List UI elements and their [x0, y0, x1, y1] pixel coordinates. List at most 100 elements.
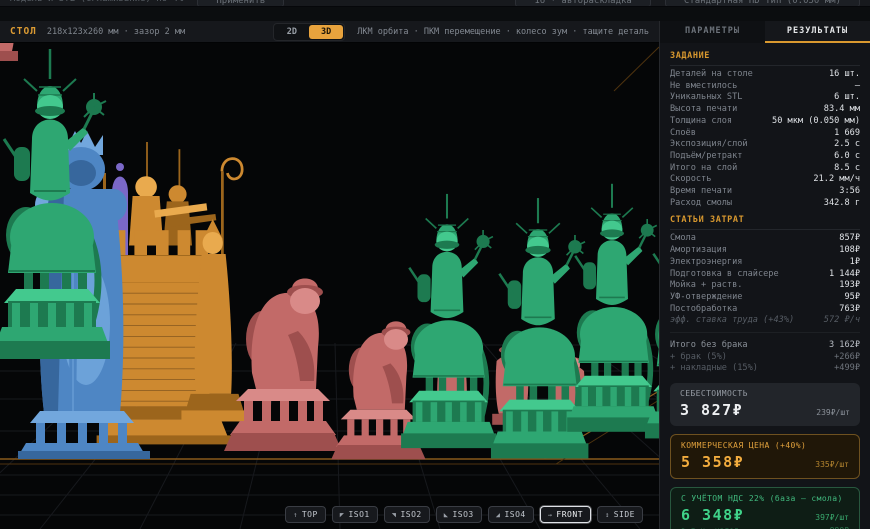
view-preset-button[interactable]: ↑ TOP	[285, 506, 326, 523]
stat-value: 6 шт.	[834, 92, 860, 104]
view-preset-button[interactable]: ◣ ISO3	[436, 506, 482, 523]
stat-row: Амортизация 108₽	[670, 245, 860, 257]
stat-value: 2.5 с	[834, 139, 860, 151]
view-preset-icon: ◢	[496, 511, 501, 519]
view-preset-button[interactable]: ◢ ISO4	[488, 506, 534, 523]
stat-label: Деталей на столе	[670, 69, 753, 81]
view-preset-button[interactable]: ◥ ISO2	[384, 506, 430, 523]
stat-value: 6.0 с	[834, 151, 860, 163]
mode-3d-button[interactable]: 3D	[309, 25, 343, 39]
stat-row: Итого без брака 3 162₽	[670, 340, 860, 352]
stat-label: + брак (5%)	[670, 352, 727, 364]
stat-value: 8.5 с	[834, 163, 860, 175]
stat-row: Электроэнергия 1₽	[670, 257, 860, 269]
view-preset-label: ISO2	[400, 510, 421, 519]
stat-value: 21.2 мм/ч	[813, 174, 860, 186]
stat-row: Итого на слой 8.5 с	[670, 163, 860, 175]
stat-value: 3 162₽	[829, 340, 860, 352]
view-preset-button[interactable]: → FRONT	[540, 506, 591, 523]
stat-row: Толщина слоя 50 мкм (0.050 мм)	[670, 116, 860, 128]
stat-row: Высота печати 83.4 мм	[670, 104, 860, 116]
toolbar-gap	[0, 7, 870, 21]
stat-row: + накладные (15%) +499₽	[670, 363, 860, 375]
piece-pink-kneeling-knight[interactable]	[224, 279, 342, 452]
stat-label: Высота печати	[670, 104, 737, 116]
stat-label: Экспозиция/слой	[670, 139, 748, 151]
viewport-header: СТОЛ 218x123x260 мм · зазор 2 мм 2D 3D Л…	[0, 21, 659, 43]
stat-value: 193₽	[839, 280, 860, 292]
stat-row: УФ-отверждение 95₽	[670, 292, 860, 304]
panel-tabs: ПАРАМЕТРЫ РЕЗУЛЬТАТЫ	[660, 21, 870, 43]
stat-value: 1 144₽	[829, 269, 860, 281]
view-preset-icon: ↕	[605, 511, 610, 519]
top-toolbar-clipped: Модель и STL (сглаживание) по 4% Примени…	[0, 0, 870, 7]
stat-label: Не вместилось	[670, 81, 737, 93]
stat-label: Постобработка	[670, 304, 737, 316]
stat-label: Мойка + раств.	[670, 280, 742, 292]
stat-row: Мойка + раств. 193₽	[670, 280, 860, 292]
stat-label: Расход смолы	[670, 198, 732, 210]
stat-label: Слоёв	[670, 128, 696, 140]
stat-label: Итого на слой	[670, 163, 737, 175]
stat-row: Смола 857₽	[670, 233, 860, 245]
view-preset-label: ISO4	[504, 510, 525, 519]
stat-row: Подъём/ретракт 6.0 с	[670, 151, 860, 163]
stat-label: Электроэнергия	[670, 257, 742, 269]
plate-dimensions: 218x123x260 мм · зазор 2 мм	[47, 27, 185, 37]
summary-card: КОММЕРЧЕСКАЯ ЦЕНА (+40%) 5 358₽ 335₽/шт	[670, 434, 860, 479]
mode-2d-button[interactable]: 2D	[275, 25, 309, 39]
stat-label: Скорость	[670, 174, 711, 186]
stat-label: эфф. ставка труда (+43%)	[670, 315, 794, 327]
stat-value: 572 ₽/ч	[824, 315, 860, 327]
summary-card: СЕБЕСТОИМОСТЬ 3 827₽ 239₽/шт	[670, 383, 860, 426]
toolbar-quantity-select[interactable]: 16 · автораскладка	[515, 0, 651, 7]
card-value: 5 358₽	[681, 453, 744, 471]
toolbar-profile-select[interactable]: Стандартная HD тип (0.050 мм)	[665, 0, 860, 7]
view-preset-label: TOP	[302, 510, 318, 519]
card-value: 6 348₽	[681, 506, 744, 524]
stat-row: Уникальных STL 6 шт.	[670, 92, 860, 104]
view-preset-button[interactable]: ◤ ISO1	[332, 506, 378, 523]
piece-pink-pawn[interactable]	[0, 43, 18, 61]
toolbar-button[interactable]: Применить	[197, 0, 284, 7]
stat-value: 1 669	[834, 128, 860, 140]
job-rows: Деталей на столе 16 шт. Не вместилось — …	[670, 69, 860, 209]
stat-row: Не вместилось —	[670, 81, 860, 93]
view-preset-label: SIDE	[614, 510, 635, 519]
stat-value: 1₽	[850, 257, 860, 269]
stat-value: 342.8 г	[824, 198, 860, 210]
stat-value: 3:56	[839, 186, 860, 198]
section-title-job: ЗАДАНИЕ	[670, 45, 860, 66]
view-buttons-bar: ↑ TOP ◤ ISO1 ◥ ISO2 ◣ ISO3 ◢ ISO4 → FRON…	[285, 506, 643, 523]
stat-value: 108₽	[839, 245, 860, 257]
tab-parameters[interactable]: ПАРАМЕТРЫ	[660, 21, 765, 43]
view-preset-label: FRONT	[556, 510, 583, 519]
stat-label: Смола	[670, 233, 696, 245]
stat-label: Итого без брака	[670, 340, 748, 352]
viewport-canvas[interactable]	[0, 43, 659, 529]
stat-value: 83.4 мм	[824, 104, 860, 116]
card-value: 3 827₽	[680, 401, 743, 419]
view-preset-button[interactable]: ↕ SIDE	[597, 506, 643, 523]
view-preset-icon: ↑	[293, 511, 298, 519]
stat-value: 95₽	[844, 292, 860, 304]
summary-card: С УЧЁТОМ НДС 22% (база — смола) 6 348₽ 3…	[670, 487, 860, 529]
stat-value: 763₽	[839, 304, 860, 316]
results-body: ЗАДАНИЕ Деталей на столе 16 шт. Не вмест…	[660, 43, 870, 529]
stat-row: Экспозиция/слой 2.5 с	[670, 139, 860, 151]
stat-label: Время печати	[670, 186, 732, 198]
plate-label: СТОЛ	[10, 26, 37, 37]
section-title-costs: СТАТЬИ ЗАТРАТ	[670, 209, 860, 230]
view-preset-icon: ◥	[392, 511, 397, 519]
tab-results[interactable]: РЕЗУЛЬТАТЫ	[765, 21, 870, 43]
summary-cards: СЕБЕСТОИМОСТЬ 3 827₽ 239₽/шт КОММЕРЧЕСКА…	[670, 383, 860, 529]
stat-label: + накладные (15%)	[670, 363, 758, 375]
card-label: СЕБЕСТОИМОСТЬ	[680, 389, 850, 398]
stat-value: 16 шт.	[829, 69, 860, 81]
toolbar-left-text: Модель и STL (сглаживание) по 4%	[10, 0, 183, 4]
card-label: КОММЕРЧЕСКАЯ ЦЕНА (+40%)	[681, 441, 849, 450]
viewport-column: СТОЛ 218x123x260 мм · зазор 2 мм 2D 3D Л…	[0, 21, 659, 529]
stat-row: Скорость 21.2 мм/ч	[670, 174, 860, 186]
view-preset-icon: →	[548, 511, 553, 519]
total-rows: Итого без брака 3 162₽ + брак (5%) +266₽…	[670, 332, 860, 375]
